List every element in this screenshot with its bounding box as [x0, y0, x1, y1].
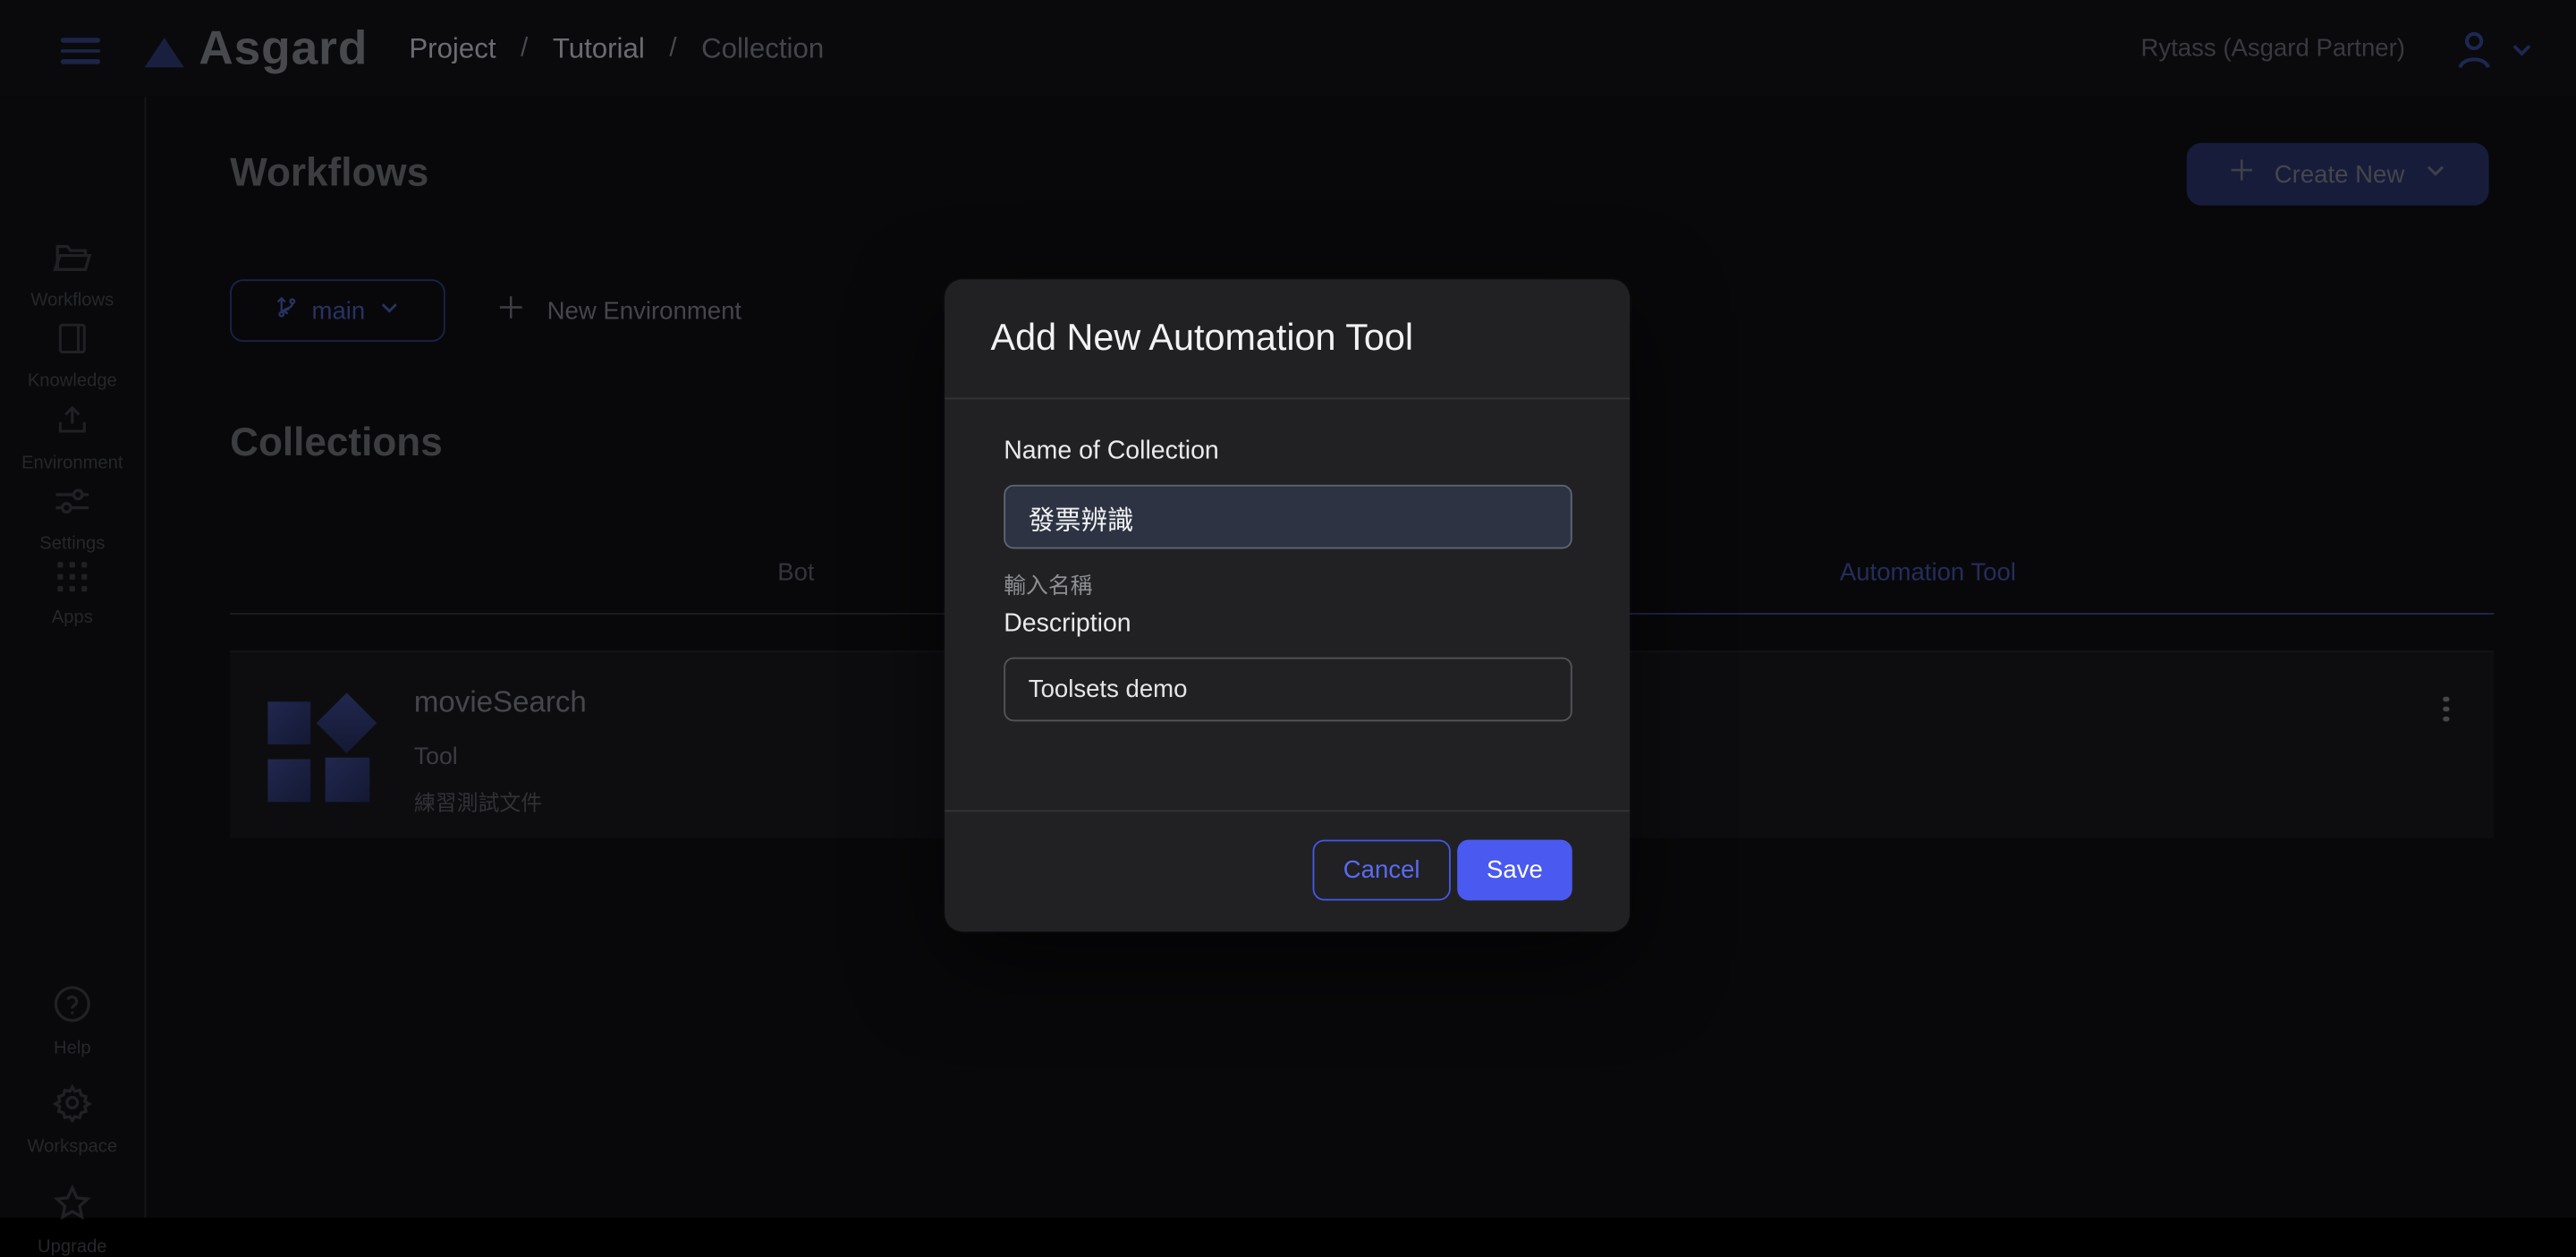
- description-label: Description: [1004, 609, 1131, 639]
- cancel-button[interactable]: Cancel: [1313, 840, 1451, 901]
- dialog-header-divider: [945, 397, 1630, 399]
- save-button[interactable]: Save: [1457, 840, 1572, 901]
- collection-name-input[interactable]: [1004, 485, 1572, 549]
- app-root: Asgard Project / Tutorial / Collection R…: [0, 0, 2576, 1217]
- description-input[interactable]: [1004, 658, 1572, 722]
- dialog-footer-divider: [945, 811, 1630, 812]
- name-helper-text: 輸入名稱: [1004, 567, 1092, 600]
- dialog-title: Add New Automation Tool: [991, 317, 1413, 360]
- name-of-collection-label: Name of Collection: [1004, 437, 1219, 467]
- add-automation-tool-dialog: Add New Automation Tool Name of Collecti…: [945, 279, 1630, 931]
